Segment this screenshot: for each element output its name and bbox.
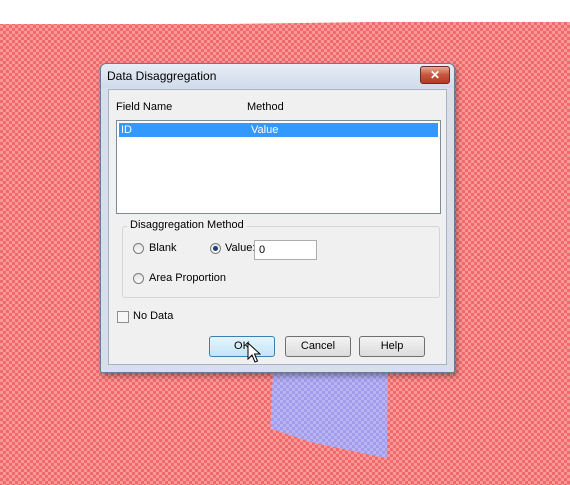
value-input[interactable] (254, 240, 317, 260)
data-disaggregation-dialog: Data Disaggregation ✕ Field Name Method … (100, 63, 455, 373)
close-button[interactable]: ✕ (420, 66, 450, 84)
area-proportion-radio[interactable] (133, 273, 144, 284)
value-radio-label[interactable]: Value: (225, 242, 255, 254)
value-radio[interactable] (210, 243, 221, 254)
list-item-method: Value (251, 124, 279, 136)
blank-radio-label[interactable]: Blank (149, 242, 177, 254)
disaggregation-method-group: Disaggregation Method Blank Value: Area … (122, 219, 440, 298)
no-data-checkbox[interactable] (117, 311, 129, 323)
blank-radio[interactable] (133, 243, 144, 254)
help-button[interactable]: Help (359, 336, 425, 357)
area-proportion-radio-label[interactable]: Area Proportion (149, 272, 226, 284)
map-top-edge (0, 0, 570, 24)
column-header-method: Method (247, 101, 284, 113)
list-item-field-name: ID (121, 124, 132, 136)
group-title: Disaggregation Method (127, 219, 247, 231)
dialog-title: Data Disaggregation (107, 69, 217, 83)
dialog-titlebar[interactable]: Data Disaggregation ✕ (101, 64, 454, 88)
list-item[interactable]: ID Value (119, 123, 438, 137)
dialog-client-area: Field Name Method ID Value Disaggregatio… (108, 89, 447, 365)
column-header-field-name: Field Name (116, 101, 173, 113)
no-data-label[interactable]: No Data (133, 310, 173, 322)
cancel-button[interactable]: Cancel (285, 336, 351, 357)
ok-button[interactable]: OK (209, 336, 275, 357)
mouse-pointer-icon (247, 342, 261, 363)
field-list[interactable]: ID Value (116, 120, 441, 214)
close-icon: ✕ (429, 68, 441, 82)
